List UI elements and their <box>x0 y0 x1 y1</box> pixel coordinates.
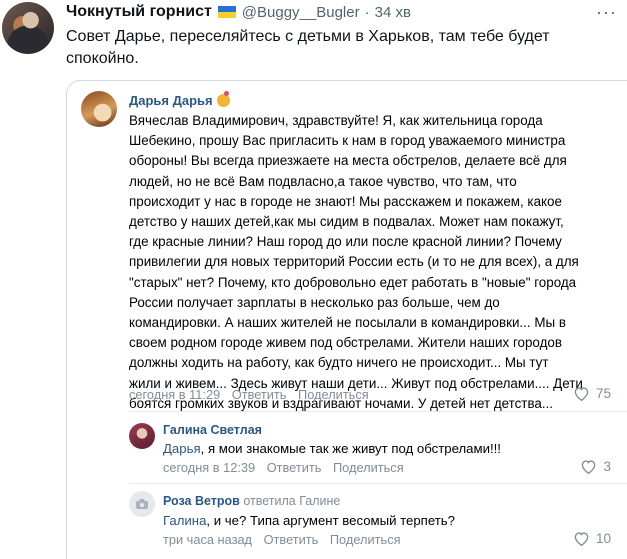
comment-like-button[interactable]: 3 <box>580 459 611 474</box>
comment-like-count: 10 <box>595 531 611 546</box>
comment-avatar[interactable] <box>129 491 155 517</box>
post-like-button[interactable]: 75 <box>573 386 611 401</box>
post-reply-button[interactable]: Ответить <box>232 387 287 402</box>
post-author-name[interactable]: Дарья Дарья <box>129 91 230 108</box>
comment-like-count: 3 <box>603 459 611 474</box>
comment-replied-to: ответила Галине <box>243 494 341 508</box>
post-author-label[interactable]: Дарья Дарья <box>129 93 213 108</box>
camera-icon <box>136 499 148 509</box>
comment-body: , и че? Типа аргумент весомый терпеть? <box>206 513 455 528</box>
separator-dot: · <box>364 3 370 21</box>
tweet-text: Совет Дарье, переселяйтесь с детьми в Ха… <box>66 28 550 67</box>
post-text: Вячеслав Владимирович, здравствуйте! Я, … <box>129 113 583 411</box>
attached-screenshot[interactable]: Дарья Дарья Вячеслав Владимирович, здрав… <box>66 80 627 559</box>
author-avatar[interactable] <box>2 2 54 54</box>
comments-divider <box>129 483 627 484</box>
comment-reply-button[interactable]: Ответить <box>267 460 322 475</box>
comment-time[interactable]: сегодня в 12:39 <box>163 460 255 475</box>
tweet: Чокнутый горнист @Buggy__Bugler · 34 хв … <box>0 0 627 559</box>
comment-text: Галина, и че? Типа аргумент весомый терп… <box>163 513 455 528</box>
comment-author-label[interactable]: Галина Светлая <box>163 423 262 437</box>
post-share-button[interactable]: Поделиться <box>298 387 369 402</box>
comment-meta: три часа назад Ответить Поделиться <box>163 532 409 547</box>
comment-author[interactable]: Галина Светлая <box>163 423 262 437</box>
heart-icon <box>574 532 589 546</box>
comment-mention[interactable]: Галина <box>163 513 206 528</box>
author-name[interactable]: Чокнутый горнист <box>66 3 212 21</box>
comment-reply-button[interactable]: Ответить <box>264 532 319 547</box>
comment-time[interactable]: три часа назад <box>163 532 252 547</box>
comment-share-button[interactable]: Поделиться <box>330 532 401 547</box>
comments-divider <box>129 411 627 412</box>
comment-avatar[interactable] <box>129 423 155 449</box>
comment-author-label[interactable]: Роза Ветров <box>163 494 240 508</box>
comment-author[interactable]: Роза Ветров ответила Галине <box>163 494 340 508</box>
comment-like-button[interactable]: 10 <box>573 531 611 546</box>
tweet-time[interactable]: 34 хв <box>375 4 411 21</box>
post-like-count: 75 <box>595 386 611 401</box>
post-time[interactable]: сегодня в 11:29 <box>129 387 220 402</box>
comment-mention[interactable]: Дарья <box>163 441 201 456</box>
post-meta: сегодня в 11:29 Ответить Поделиться <box>129 387 377 402</box>
heart-icon <box>582 460 596 474</box>
author-handle[interactable]: @Buggy__Bugler <box>242 4 360 21</box>
comment-body: , я мои знакомые так же живут под обстре… <box>200 441 501 456</box>
tweet-header: Чокнутый горнист @Buggy__Bugler · 34 хв <box>66 2 411 22</box>
comment-text: Дарья, я мои знакомые так же живут под о… <box>163 441 501 456</box>
comment-meta: сегодня в 12:39 Ответить Поделиться <box>163 460 412 475</box>
comment-share-button[interactable]: Поделиться <box>333 460 404 475</box>
face-emoji-icon <box>216 91 230 107</box>
more-dots-icon[interactable]: ··· <box>596 2 617 23</box>
ukraine-flag-icon <box>217 6 236 18</box>
post-author-avatar[interactable] <box>81 91 117 127</box>
heart-icon <box>574 387 589 401</box>
